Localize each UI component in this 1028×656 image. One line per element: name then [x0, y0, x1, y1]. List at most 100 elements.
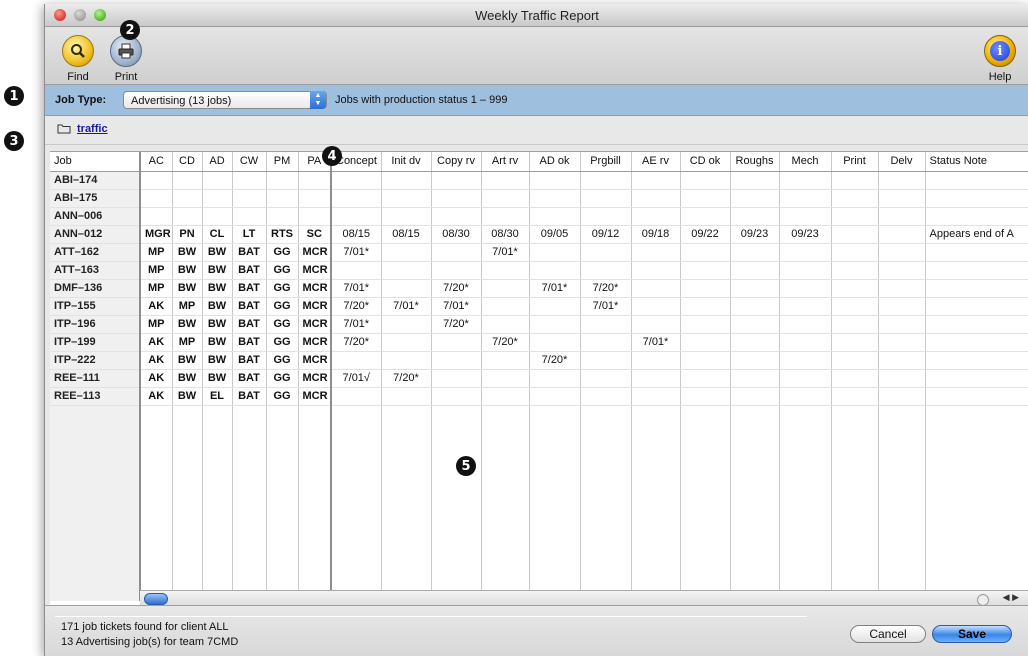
cancel-button[interactable]: Cancel [850, 625, 926, 643]
table-cell[interactable] [331, 207, 382, 226]
table-cell[interactable] [140, 207, 173, 226]
table-cell[interactable] [631, 369, 681, 388]
table-cell[interactable]: 7/20* [481, 333, 530, 352]
table-cell[interactable] [580, 333, 632, 352]
table-cell[interactable]: BW [202, 243, 233, 262]
help-button[interactable]: i Help [977, 35, 1023, 83]
table-cell[interactable]: 7/20* [381, 369, 432, 388]
table-cell[interactable] [878, 333, 926, 352]
column-header[interactable]: Print [831, 152, 879, 172]
table-cell[interactable] [680, 243, 731, 262]
table-cell[interactable]: 08/30 [481, 225, 530, 244]
table-cell[interactable]: MCR [298, 261, 332, 280]
column-header[interactable]: Mech [779, 152, 832, 172]
table-cell[interactable]: MCR [298, 333, 332, 352]
scroll-arrows[interactable]: ◀ ▶ [1003, 592, 1019, 603]
table-cell[interactable]: RTS [266, 225, 299, 244]
table-cell[interactable]: 7/01* [331, 315, 382, 334]
table-cell[interactable] [529, 315, 581, 334]
table-row[interactable]: DMF–136 MP BW BW BAT GG MCR 7/01* 7/20* 7/01* 7/20… [50, 279, 1028, 298]
table-cell[interactable]: 09/23 [730, 225, 780, 244]
table-cell[interactable] [481, 369, 530, 388]
table-cell[interactable] [925, 297, 1028, 316]
table-cell[interactable]: 08/15 [381, 225, 432, 244]
table-cell[interactable] [730, 333, 780, 352]
table-cell[interactable] [730, 369, 780, 388]
table-cell[interactable] [481, 279, 530, 298]
table-cell[interactable]: BW [202, 261, 233, 280]
table-cell[interactable]: 09/18 [631, 225, 681, 244]
table-cell[interactable] [481, 171, 530, 190]
table-cell[interactable]: BW [172, 279, 203, 298]
table-cell[interactable] [878, 243, 926, 262]
table-cell[interactable] [529, 207, 581, 226]
table-cell[interactable] [580, 207, 632, 226]
table-cell[interactable] [779, 315, 832, 334]
table-cell[interactable] [779, 351, 832, 370]
table-cell[interactable] [878, 261, 926, 280]
table-cell[interactable] [831, 279, 879, 298]
table-cell[interactable] [631, 297, 681, 316]
table-cell[interactable]: BAT [232, 261, 267, 280]
table-cell[interactable] [431, 333, 482, 352]
table-cell[interactable] [779, 333, 832, 352]
job-cell[interactable]: ANN–006 [50, 207, 141, 226]
table-cell[interactable] [925, 369, 1028, 388]
table-cell[interactable] [202, 207, 233, 226]
table-cell[interactable] [140, 189, 173, 208]
table-cell[interactable] [580, 243, 632, 262]
table-cell[interactable] [381, 189, 432, 208]
column-header[interactable]: Job [50, 152, 141, 172]
table-cell[interactable] [730, 351, 780, 370]
job-cell[interactable]: ITP–199 [50, 333, 141, 352]
table-cell[interactable]: BW [202, 297, 233, 316]
table-cell[interactable] [831, 315, 879, 334]
column-header[interactable]: AE rv [631, 152, 681, 172]
column-header[interactable]: AD ok [529, 152, 581, 172]
table-cell[interactable] [730, 279, 780, 298]
table-cell[interactable] [431, 369, 482, 388]
table-cell[interactable]: GG [266, 369, 299, 388]
table-cell[interactable] [481, 261, 530, 280]
table-cell[interactable]: 7/20* [331, 333, 382, 352]
table-cell[interactable]: 7/01* [331, 243, 382, 262]
table-cell[interactable] [730, 297, 780, 316]
table-cell[interactable] [331, 171, 382, 190]
table-cell[interactable]: BW [172, 369, 203, 388]
column-header[interactable]: CW [232, 152, 267, 172]
column-header[interactable]: AD [202, 152, 233, 172]
table-cell[interactable]: 09/05 [529, 225, 581, 244]
table-cell[interactable] [381, 171, 432, 190]
table-cell[interactable] [925, 171, 1028, 190]
table-cell[interactable] [631, 261, 681, 280]
table-cell[interactable] [172, 189, 203, 208]
table-cell[interactable] [481, 315, 530, 334]
table-cell[interactable]: MP [172, 333, 203, 352]
table-cell[interactable]: GG [266, 351, 299, 370]
table-cell[interactable] [878, 351, 926, 370]
table-cell[interactable] [680, 279, 731, 298]
job-cell[interactable]: ATT–162 [50, 243, 141, 262]
job-cell[interactable]: ITP–222 [50, 351, 141, 370]
table-cell[interactable] [680, 189, 731, 208]
horizontal-scrollbar[interactable]: ◀ ▶ [140, 590, 1028, 606]
table-cell[interactable]: MCR [298, 243, 332, 262]
table-cell[interactable] [481, 297, 530, 316]
table-cell[interactable]: BW [172, 387, 203, 406]
table-cell[interactable]: EL [202, 387, 233, 406]
table-cell[interactable] [831, 243, 879, 262]
table-cell[interactable] [481, 189, 530, 208]
table-cell[interactable] [481, 387, 530, 406]
table-cell[interactable] [298, 207, 332, 226]
table-cell[interactable]: 08/30 [431, 225, 482, 244]
table-cell[interactable] [779, 189, 832, 208]
table-cell[interactable] [298, 189, 332, 208]
table-cell[interactable] [878, 189, 926, 208]
table-cell[interactable] [730, 189, 780, 208]
table-cell[interactable]: MCR [298, 279, 332, 298]
table-cell[interactable] [431, 171, 482, 190]
table-cell[interactable]: MCR [298, 387, 332, 406]
column-header[interactable]: Copy rv [431, 152, 482, 172]
column-header[interactable]: Prgbill [580, 152, 632, 172]
traffic-link[interactable]: traffic [77, 123, 108, 135]
